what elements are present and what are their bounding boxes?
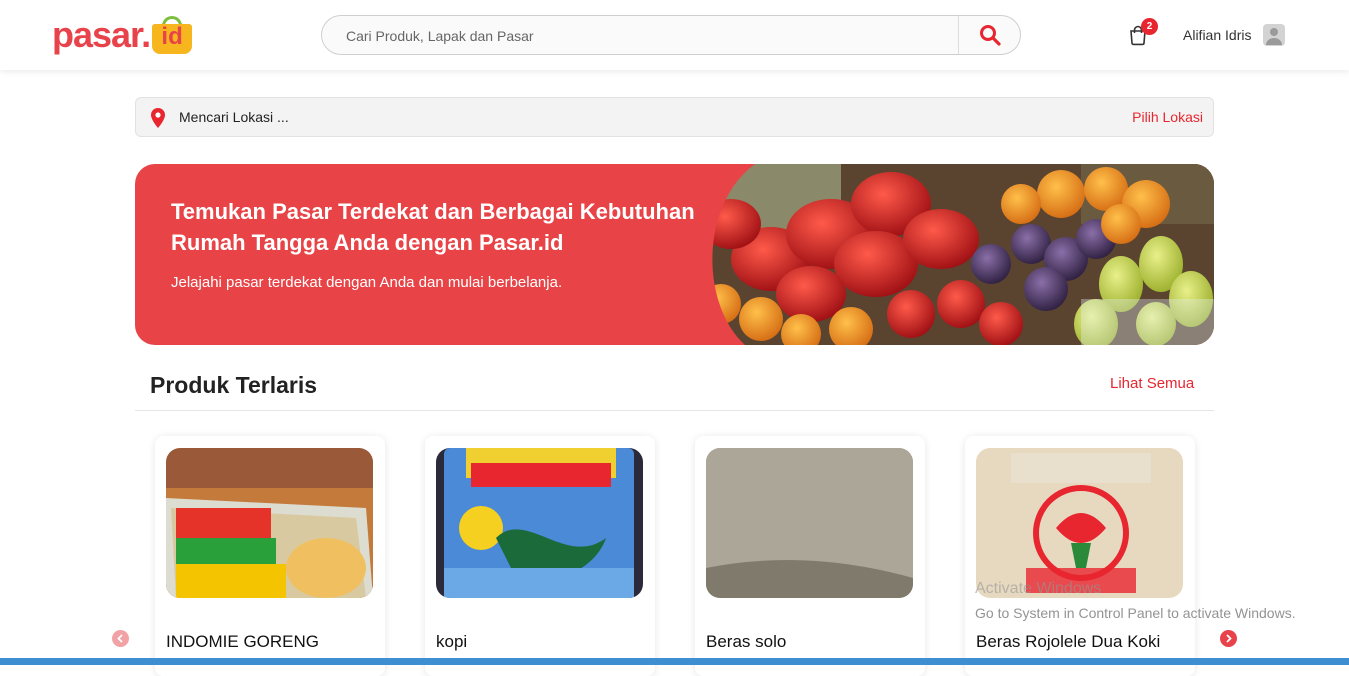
- search-button[interactable]: [958, 16, 1020, 54]
- product-name: Beras solo: [706, 632, 787, 651]
- section-divider: [135, 410, 1214, 411]
- user-icon: [1266, 28, 1282, 45]
- logo-text: pasar.: [52, 14, 151, 55]
- product-name: Beras Rojolele Dua Koki: [976, 632, 1161, 651]
- os-taskbar: [0, 658, 1349, 665]
- section-title: Produk Terlaris: [150, 372, 318, 398]
- choose-location-link[interactable]: Pilih Lokasi: [1132, 109, 1203, 125]
- hero-subtitle: Jelajahi pasar terdekat dengan Anda dan …: [171, 274, 563, 291]
- product-card[interactable]: kopi: [425, 436, 655, 676]
- chevron-right-icon: [1226, 634, 1232, 643]
- product-name: INDOMIE GORENG: [166, 632, 320, 651]
- product-name: kopi: [436, 632, 468, 651]
- search-icon: [979, 25, 1001, 46]
- product-image: [706, 448, 913, 598]
- hero-banner: Temukan Pasar Terdekat dan Berbagai Kebu…: [135, 164, 1214, 345]
- cart-button[interactable]: 2: [1128, 18, 1158, 48]
- user-avatar[interactable]: [1263, 24, 1285, 46]
- watermark-text: Go to System in Control Panel to activat…: [975, 605, 1296, 621]
- carousel-prev-button[interactable]: [112, 630, 129, 647]
- product-image: [166, 448, 373, 598]
- chevron-left-icon: [117, 634, 123, 643]
- see-all-link[interactable]: Lihat Semua: [1110, 375, 1194, 392]
- watermark-title: Activate Windows: [975, 580, 1102, 597]
- windows-activation-watermark: Activate Windows Go to System in Control…: [975, 580, 1296, 621]
- cart-count-badge: 2: [1141, 18, 1158, 35]
- location-bar: Mencari Lokasi ... Pilih Lokasi: [135, 97, 1214, 137]
- pasar-id-logo[interactable]: pasar. id: [52, 14, 193, 56]
- logo-badge-text: id: [161, 23, 183, 50]
- user-name[interactable]: Alifian Idris: [1183, 27, 1251, 43]
- search-bar: [321, 15, 1021, 55]
- location-status: Mencari Lokasi ...: [179, 109, 289, 125]
- hero-produce-image: [701, 164, 1214, 345]
- hero-title: Temukan Pasar Terdekat dan Berbagai Kebu…: [171, 199, 695, 255]
- product-image: [976, 448, 1183, 598]
- carousel-next-button[interactable]: [1220, 630, 1237, 647]
- location-pin-icon: [151, 108, 165, 128]
- top-header: pasar. id 2 Alifian Idris: [0, 0, 1349, 70]
- shopping-bag-logo-icon: id: [152, 16, 193, 54]
- product-image: [436, 448, 643, 598]
- search-input[interactable]: [346, 25, 946, 47]
- product-card[interactable]: Beras solo: [695, 436, 925, 676]
- product-card[interactable]: Beras Rojolele Dua Koki: [965, 436, 1195, 676]
- product-card[interactable]: INDOMIE GORENG: [155, 436, 385, 676]
